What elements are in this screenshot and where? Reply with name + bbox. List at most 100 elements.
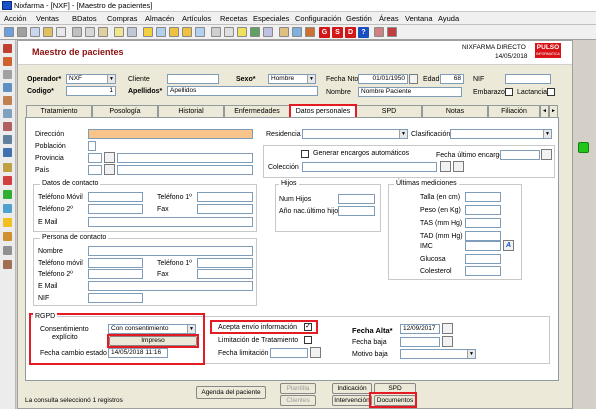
check-icon[interactable]	[250, 27, 260, 37]
tag-icon[interactable]	[305, 27, 315, 37]
globe-icon[interactable]	[3, 204, 12, 213]
codigo-field[interactable]: 1	[66, 86, 116, 96]
prev-record-icon[interactable]	[169, 27, 179, 37]
cart-icon[interactable]	[3, 122, 12, 131]
alarm-icon[interactable]	[3, 232, 12, 241]
nif-field[interactable]	[505, 74, 551, 84]
new-icon[interactable]	[4, 27, 14, 37]
menu-ventana[interactable]: Ventana	[405, 14, 433, 23]
preview-icon[interactable]	[30, 27, 40, 37]
pharmacy-cross-icon[interactable]	[3, 190, 12, 199]
toolbar-d-icon[interactable]: D	[345, 27, 356, 38]
table-icon[interactable]	[263, 27, 273, 37]
operador-select[interactable]: NXF ▼	[66, 74, 116, 84]
tad-field[interactable]	[465, 231, 501, 241]
talla-field[interactable]	[465, 192, 501, 202]
star-icon[interactable]	[143, 27, 153, 37]
residencia-select[interactable]: ▼	[302, 129, 408, 139]
help-icon[interactable]: ?	[358, 27, 369, 38]
tab-scroll-left[interactable]: ◄	[540, 105, 549, 117]
calendar-icon[interactable]	[541, 149, 552, 160]
warning-icon[interactable]	[3, 218, 12, 227]
folder-icon-2[interactable]	[3, 163, 12, 172]
tab-enfermedades[interactable]: Enfermedades	[224, 105, 290, 117]
cut-icon[interactable]	[72, 27, 82, 37]
anio-nac-field[interactable]	[338, 206, 375, 216]
folder-icon[interactable]	[43, 27, 53, 37]
num-hijos-field[interactable]	[338, 194, 375, 204]
clasificacion-select[interactable]: ▼	[450, 129, 552, 139]
fecha-baja-field[interactable]	[400, 337, 440, 347]
direccion-field[interactable]	[88, 129, 253, 139]
next-record-icon[interactable]	[182, 27, 192, 37]
telefono-movil-field[interactable]	[88, 192, 143, 202]
toolbar-g-icon[interactable]: G	[319, 27, 330, 38]
menu-gestion[interactable]: Gestión	[346, 14, 372, 23]
pc-fax-field[interactable]	[197, 269, 253, 279]
nombre-field[interactable]: Nombre Paciente	[358, 87, 462, 97]
tab-filiacion[interactable]: Filiación	[488, 105, 540, 117]
embarazo-checkbox[interactable]	[505, 88, 513, 96]
pc-telefono2-field[interactable]	[88, 269, 143, 279]
consentimiento-select[interactable]: Con consentimiento ▼	[108, 324, 196, 334]
receipt-icon[interactable]	[3, 70, 12, 79]
calendar-icon[interactable]	[409, 74, 418, 84]
tas-field[interactable]	[465, 218, 501, 228]
cliente-field[interactable]	[167, 74, 219, 84]
pc-nif-field[interactable]	[88, 293, 143, 303]
lock-icon[interactable]	[279, 27, 289, 37]
menu-compras[interactable]: Compras	[107, 14, 137, 23]
motivo-baja-select[interactable]: ▼	[400, 349, 476, 359]
grid-icon[interactable]	[211, 27, 221, 37]
filter-icon[interactable]	[127, 27, 137, 37]
calendar-icon[interactable]	[310, 347, 321, 358]
fecha-alta-field[interactable]: 12/09/2017	[400, 324, 440, 334]
indicacion-button[interactable]: Indicación	[332, 383, 372, 394]
fecha-ultimo-encargo-field[interactable]	[500, 150, 540, 160]
telefono2-field[interactable]	[88, 204, 143, 214]
tab-spd[interactable]: SPD	[356, 105, 422, 117]
pais-search-icon[interactable]	[104, 164, 115, 175]
sexo-select[interactable]: Hombre ▼	[268, 74, 316, 84]
menu-ventas[interactable]: Ventas	[36, 14, 59, 23]
pc-telefono1-field[interactable]	[197, 258, 253, 268]
apellidos-field[interactable]: Apellidos	[167, 86, 318, 96]
colesterol-field[interactable]	[465, 266, 501, 276]
box-icon[interactable]	[3, 96, 12, 105]
pc-email-field[interactable]	[88, 281, 253, 291]
menu-recetas[interactable]: Recetas	[220, 14, 248, 23]
edit-icon[interactable]	[237, 27, 247, 37]
people-icon[interactable]	[3, 83, 12, 92]
power-icon[interactable]	[387, 27, 397, 37]
first-record-icon[interactable]	[156, 27, 166, 37]
tab-posologia[interactable]: Posología	[92, 105, 158, 117]
list-icon[interactable]	[224, 27, 234, 37]
card-icon[interactable]	[3, 176, 12, 185]
email-field[interactable]	[88, 217, 253, 227]
page-icon[interactable]	[56, 27, 66, 37]
pc-telefono-movil-field[interactable]	[88, 258, 143, 268]
poblacion-code-field[interactable]	[88, 141, 96, 151]
peso-field[interactable]	[465, 205, 501, 215]
exit-icon[interactable]	[374, 27, 384, 37]
menu-ayuda[interactable]: Ayuda	[438, 14, 459, 23]
toolbar-s-icon[interactable]: S	[332, 27, 343, 38]
paste-icon[interactable]	[98, 27, 108, 37]
status-indicator[interactable]	[578, 142, 589, 153]
document-icon[interactable]	[3, 260, 12, 269]
provincia-code-field[interactable]	[88, 153, 102, 163]
telefono1-field[interactable]	[197, 192, 253, 202]
fecha-limitacion-field[interactable]	[270, 348, 308, 358]
last-record-icon[interactable]	[195, 27, 205, 37]
pc-nombre-field[interactable]	[88, 246, 253, 256]
coleccion-search-icon[interactable]	[440, 161, 451, 172]
menu-bdatos[interactable]: BDatos	[72, 14, 97, 23]
tab-tratamiento[interactable]: Tratamiento	[26, 105, 92, 117]
menu-configuracion[interactable]: Configuración	[295, 14, 341, 23]
copy-icon[interactable]	[85, 27, 95, 37]
settings-icon[interactable]	[3, 246, 12, 255]
menu-almacen[interactable]: Almacén	[145, 14, 174, 23]
generar-encargos-checkbox[interactable]	[301, 150, 309, 158]
book-icon[interactable]	[3, 44, 12, 53]
calendar-icon[interactable]	[442, 323, 453, 334]
